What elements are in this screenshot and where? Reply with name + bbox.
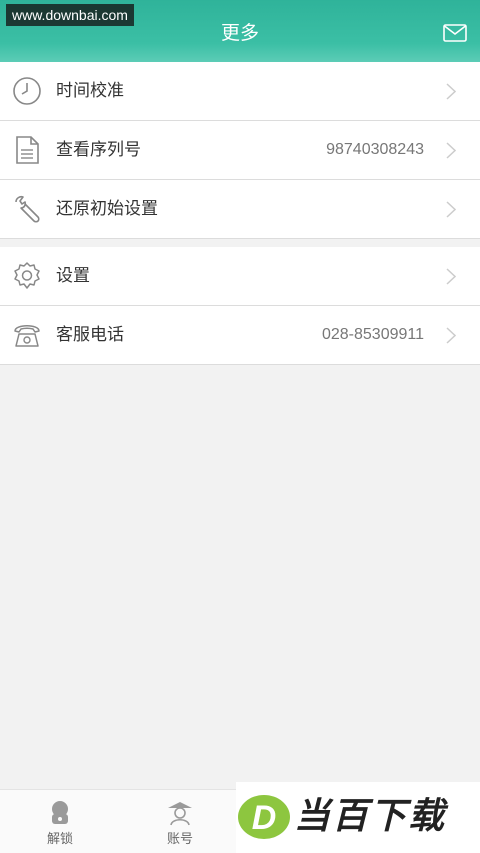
- gear-icon: [14, 262, 40, 289]
- row-customer-service[interactable]: 客服电话 028-85309911: [0, 306, 480, 365]
- serial-number-value: 98740308243: [326, 141, 424, 158]
- brand-text: 当百下载: [294, 796, 447, 837]
- brand-watermark: D 当百下载: [236, 782, 480, 853]
- chevron-right-icon: [446, 83, 456, 100]
- watermark: www.downbai.com: [6, 4, 134, 26]
- chevron-right-icon: [446, 268, 456, 285]
- settings-group-2: 设置 客服电话 028-85309911: [0, 247, 480, 365]
- row-time-calibration[interactable]: 时间校准: [0, 62, 480, 121]
- row-serial-number[interactable]: 查看序列号 98740308243: [0, 121, 480, 180]
- mail-icon[interactable]: [443, 24, 467, 42]
- clock-icon: [13, 77, 41, 105]
- row-label: 时间校准: [56, 81, 124, 101]
- chevron-right-icon: [446, 201, 456, 218]
- settings-group-1: 时间校准 查看序列号 98740308243 还原初始设置: [0, 62, 480, 239]
- chevron-right-icon: [446, 142, 456, 159]
- unlock-icon: [52, 801, 68, 824]
- tab-account[interactable]: 账号: [120, 790, 240, 853]
- telephone-icon: [14, 325, 40, 347]
- row-label: 查看序列号: [56, 140, 141, 160]
- phone-number-value: 028-85309911: [321, 326, 424, 343]
- row-settings[interactable]: 设置: [0, 247, 480, 306]
- row-label: 设置: [56, 266, 90, 286]
- brand-logo-letter: D: [252, 799, 277, 837]
- brand-logo: D: [238, 795, 290, 839]
- row-factory-reset[interactable]: 还原初始设置: [0, 180, 480, 239]
- account-icon: [168, 802, 192, 826]
- tab-label: 解锁: [46, 832, 73, 847]
- row-label: 还原初始设置: [56, 199, 158, 219]
- tab-unlock[interactable]: 解锁: [0, 790, 120, 853]
- wrench-icon: [15, 195, 40, 223]
- chevron-right-icon: [446, 327, 456, 344]
- document-icon: [16, 136, 39, 164]
- tab-label: 账号: [166, 832, 193, 847]
- row-label: 客服电话: [56, 325, 124, 345]
